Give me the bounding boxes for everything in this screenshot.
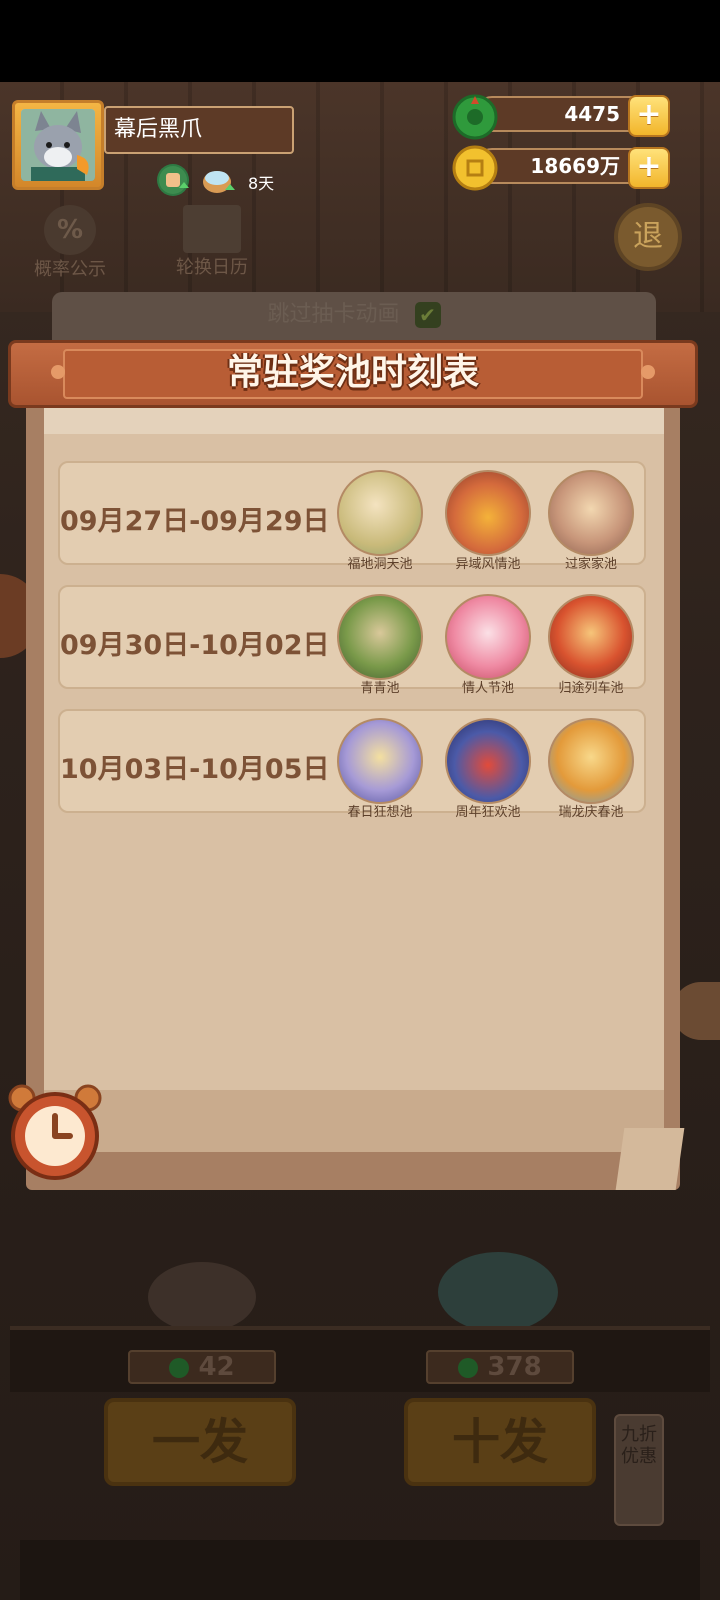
checkmark-icon: ✔: [414, 302, 441, 328]
calendar-icon: [183, 205, 241, 253]
single-pull-cost: 42: [128, 1350, 276, 1384]
pool-name: 情人节池: [461, 681, 514, 696]
retreat-button[interactable]: 退: [614, 203, 682, 271]
rank-badge-icon[interactable]: [157, 164, 189, 196]
pool-thumbnail[interactable]: [445, 594, 531, 680]
jade-icon: [458, 1357, 479, 1378]
pool-thumbnail[interactable]: [548, 718, 634, 804]
pool-name: 瑞龙庆春池: [558, 805, 624, 820]
pool-thumbnail[interactable]: [337, 718, 423, 804]
single-pull-button[interactable]: 一发: [104, 1398, 296, 1486]
player-avatar[interactable]: [12, 100, 104, 190]
pool-name: 异域风情池: [455, 557, 521, 572]
probability-label: 概率公示: [34, 259, 106, 280]
paper-bottom-edge: [44, 1090, 664, 1152]
gold-coin-icon: [452, 145, 498, 191]
fish-right-icon: [438, 1252, 558, 1332]
ten-pull-button[interactable]: 十发: [404, 1398, 596, 1486]
pool-thumbnail[interactable]: [337, 470, 423, 556]
pool-thumbnail[interactable]: [445, 718, 531, 804]
add-jade-button[interactable]: +: [628, 95, 670, 137]
pool-name: 福地洞天池: [347, 557, 413, 572]
player-name: 幕后黑爪: [104, 106, 294, 154]
rotation-label: 轮换日历: [176, 257, 248, 278]
pool-name: 过家家池: [564, 557, 617, 572]
rotation-calendar-button[interactable]: 轮换日历: [162, 205, 262, 279]
add-coin-button[interactable]: +: [628, 147, 670, 189]
skip-animation-label: 跳过抽卡动画: [267, 302, 400, 327]
buff-days-remaining: 8天: [248, 174, 275, 193]
ten-pull-cost: 378: [426, 1350, 574, 1384]
bottom-frame: [20, 1540, 700, 1600]
bowl-buff-icon[interactable]: [201, 164, 235, 196]
modal-title: 常驻奖池时刻表: [226, 352, 479, 393]
skip-animation-toggle[interactable]: 跳过抽卡动画 ✔: [52, 292, 656, 340]
jade-icon: [452, 94, 498, 140]
jade-icon: [169, 1357, 190, 1378]
shop-counter: [10, 1326, 710, 1392]
pool-name: 归途列车池: [558, 681, 624, 696]
pool-name: 春日狂想池: [347, 805, 413, 820]
probability-button[interactable]: % 概率公示: [20, 205, 120, 281]
schedule-date: 09月27日-09月29日: [60, 506, 330, 537]
pool-name: 周年狂欢池: [455, 805, 521, 820]
wolf-avatar-icon: [21, 109, 95, 181]
discount-tag: 九折优惠: [614, 1414, 664, 1526]
pool-thumbnail[interactable]: [548, 594, 634, 680]
pool-thumbnail[interactable]: [337, 594, 423, 680]
pool-thumbnail[interactable]: [548, 470, 634, 556]
fish-left-icon: [148, 1262, 256, 1332]
schedule-date: 10月03日-10月05日: [60, 754, 330, 785]
pool-name: 青青池: [360, 681, 400, 696]
paper-curl: [615, 1128, 685, 1190]
schedule-date: 09月30日-10月02日: [60, 630, 330, 661]
alarm-clock-icon: [4, 1082, 106, 1182]
gear-percent-icon: %: [44, 205, 96, 255]
pool-thumbnail[interactable]: [445, 470, 531, 556]
